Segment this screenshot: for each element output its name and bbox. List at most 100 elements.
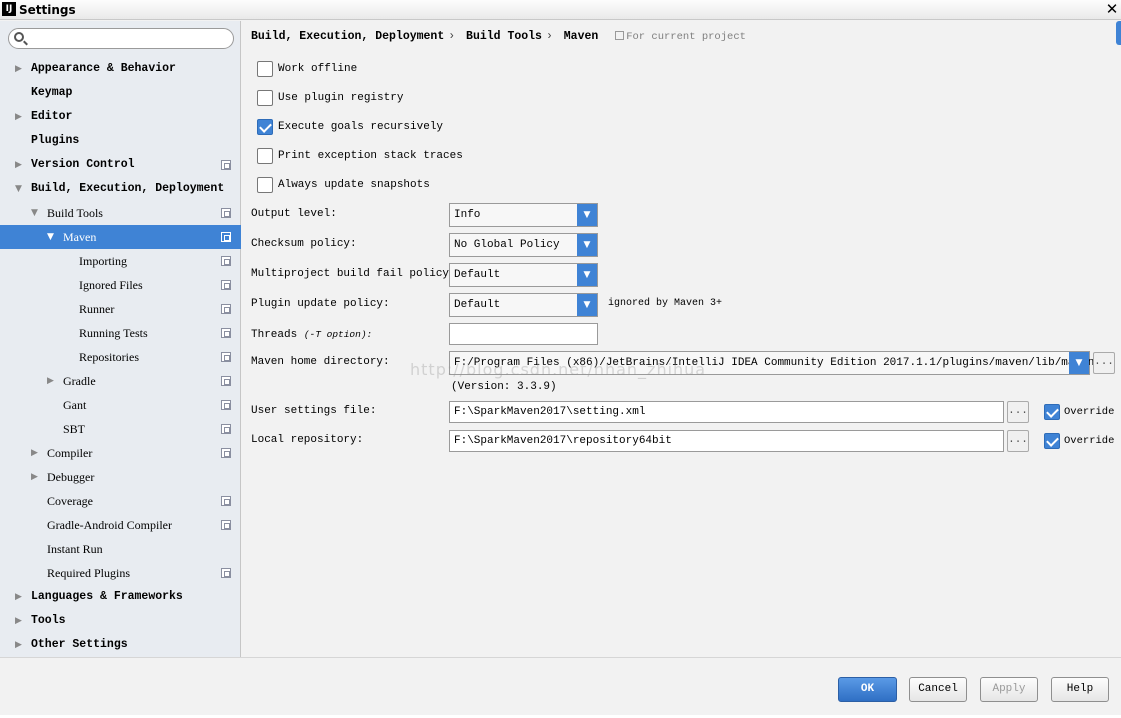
project-settings-icon (221, 400, 231, 410)
multiproject-fail-policy-label: Multiproject build fail policy: (251, 268, 456, 280)
output-level-value: Info (454, 209, 481, 221)
breadcrumb-separator: › (545, 30, 553, 43)
expand-right-icon[interactable]: ▶ (15, 153, 25, 177)
local-repository-browse-button[interactable]: ... (1007, 430, 1029, 452)
help-button[interactable]: Help (1051, 677, 1109, 702)
scrollbar-handle[interactable] (1116, 21, 1121, 45)
work-offline-label: Work offline (278, 63, 358, 75)
threads-input[interactable] (449, 323, 598, 345)
chevron-down-icon[interactable]: ▼ (1069, 352, 1089, 374)
always-update-snapshots-checkbox[interactable] (257, 177, 273, 193)
sidebar-item-plugins[interactable]: Plugins (0, 129, 241, 153)
sidebar-item-gradle[interactable]: ▶ Gradle (0, 369, 241, 393)
plugin-update-policy-label: Plugin update policy: (251, 298, 390, 310)
sidebar-item-gant[interactable]: Gant (0, 393, 241, 417)
threads-label-suffix: (-T option): (303, 329, 373, 340)
maven-home-browse-button[interactable]: ... (1093, 352, 1115, 374)
plugin-update-policy-value: Default (454, 299, 501, 311)
breadcrumb-separator: › (448, 30, 456, 43)
expand-right-icon[interactable]: ▶ (15, 57, 25, 81)
local-repository-override-checkbox[interactable] (1044, 433, 1060, 449)
expand-down-icon[interactable]: ▼ (47, 225, 57, 249)
checksum-policy-select[interactable]: No Global Policy ▼ (449, 233, 598, 257)
sidebar-item-tools[interactable]: ▶ Tools (0, 609, 241, 633)
expand-right-icon[interactable]: ▶ (31, 465, 41, 489)
user-settings-input[interactable]: F:\SparkMaven2017\setting.xml (449, 401, 1004, 423)
sidebar-item-label: Appearance & Behavior (31, 62, 176, 75)
expand-right-icon[interactable]: ▶ (47, 369, 57, 393)
local-repository-input[interactable]: F:\SparkMaven2017\repository64bit (449, 430, 1004, 452)
expand-right-icon[interactable]: ▶ (15, 105, 25, 129)
execute-goals-recursively-label: Execute goals recursively (278, 121, 444, 133)
work-offline-checkbox[interactable] (257, 61, 273, 77)
expand-down-icon[interactable]: ▼ (15, 177, 25, 201)
expand-right-icon[interactable]: ▶ (15, 633, 25, 657)
sidebar-item-gradle-android-compiler[interactable]: Gradle-Android Compiler (0, 513, 241, 537)
window-title: Settings (19, 3, 76, 17)
apply-button[interactable]: Apply (980, 677, 1038, 702)
sidebar-item-other-settings[interactable]: ▶ Other Settings (0, 633, 241, 657)
sidebar-item-instant-run[interactable]: Instant Run (0, 537, 241, 561)
print-exception-stack-traces-checkbox[interactable] (257, 148, 273, 164)
user-settings-browse-button[interactable]: ... (1007, 401, 1029, 423)
chevron-down-icon[interactable]: ▼ (577, 294, 597, 316)
search-icon (14, 32, 24, 42)
sidebar-item-keymap[interactable]: Keymap (0, 81, 241, 105)
sidebar-item-coverage[interactable]: Coverage (0, 489, 241, 513)
plugin-update-hint: ignored by Maven 3+ (608, 298, 723, 309)
sidebar-item-label: Editor (31, 110, 73, 123)
expand-right-icon[interactable]: ▶ (15, 609, 25, 633)
sidebar-item-build-tools[interactable]: ▼ Build Tools (0, 201, 241, 225)
expand-right-icon[interactable]: ▶ (31, 441, 41, 465)
output-level-select[interactable]: Info ▼ (449, 203, 598, 227)
sidebar-item-ignored-files[interactable]: Ignored Files (0, 273, 241, 297)
execute-goals-recursively-checkbox[interactable] (257, 119, 273, 135)
sidebar-item-compiler[interactable]: ▶ Compiler (0, 441, 241, 465)
always-update-snapshots-label: Always update snapshots (278, 179, 430, 191)
expand-right-icon[interactable]: ▶ (15, 585, 25, 609)
sidebar-item-label: Importing (79, 254, 127, 268)
plugin-update-policy-select[interactable]: Default ▼ (449, 293, 598, 317)
sidebar-item-importing[interactable]: Importing (0, 249, 241, 273)
use-plugin-registry-checkbox[interactable] (257, 90, 273, 106)
user-settings-override-checkbox[interactable] (1044, 404, 1060, 420)
project-settings-icon (221, 232, 231, 242)
breadcrumb: Build, Execution, Deployment › Build Tool… (251, 30, 754, 46)
watermark: http://blog.csdn.net/hhan_zhihua (410, 360, 707, 379)
sidebar-item-version-control[interactable]: ▶ Version Control (0, 153, 241, 177)
sidebar-item-maven[interactable]: ▼ Maven (0, 225, 241, 249)
sidebar-item-label: Plugins (31, 134, 80, 147)
sidebar-item-languages-frameworks[interactable]: ▶ Languages & Frameworks (0, 585, 241, 609)
sidebar-item-running-tests[interactable]: Running Tests (0, 321, 241, 345)
sidebar-item-runner[interactable]: Runner (0, 297, 241, 321)
multiproject-fail-policy-select[interactable]: Default ▼ (449, 263, 598, 287)
sidebar-item-sbt[interactable]: SBT (0, 417, 241, 441)
sidebar-item-label: Ignored Files (79, 278, 143, 292)
expand-down-icon[interactable]: ▼ (31, 201, 41, 225)
local-repository-override-label: Override (1064, 435, 1115, 447)
settings-dialog: IJ Settings ✕ ▶ Appearance & Behavior Keym… (0, 0, 1121, 718)
checksum-policy-value: No Global Policy (454, 239, 560, 251)
sidebar-item-required-plugins[interactable]: Required Plugins (0, 561, 241, 585)
sidebar-item-editor[interactable]: ▶ Editor (0, 105, 241, 129)
settings-sidebar: ▶ Appearance & Behavior Keymap ▶ Editor Plugi… (0, 21, 241, 657)
breadcrumb-build-tools[interactable]: Build Tools (466, 30, 542, 43)
sidebar-item-repositories[interactable]: Repositories (0, 345, 241, 369)
cancel-button[interactable]: Cancel (909, 677, 967, 702)
current-project-note: For current project (615, 31, 750, 43)
chevron-down-icon[interactable]: ▼ (577, 264, 597, 286)
current-project-label: For current project (626, 31, 746, 43)
sidebar-item-appearance-behavior[interactable]: ▶ Appearance & Behavior (0, 57, 241, 81)
breadcrumb-build-execution[interactable]: Build, Execution, Deployment (251, 30, 444, 43)
output-level-label: Output level: (251, 208, 337, 220)
search-input[interactable] (8, 28, 234, 49)
close-icon[interactable]: ✕ (1104, 1, 1120, 18)
ok-button[interactable]: OK (838, 677, 897, 702)
sidebar-item-debugger[interactable]: ▶ Debugger (0, 465, 241, 489)
chevron-down-icon[interactable]: ▼ (577, 204, 597, 226)
threads-label: Threads (-T option): (251, 329, 372, 341)
chevron-down-icon[interactable]: ▼ (577, 234, 597, 256)
maven-settings-panel: Build, Execution, Deployment › Build Tool… (242, 21, 1121, 657)
sidebar-item-build-execution-deployment[interactable]: ▼ Build, Execution, Deployment (0, 177, 241, 201)
project-settings-icon (221, 424, 231, 434)
